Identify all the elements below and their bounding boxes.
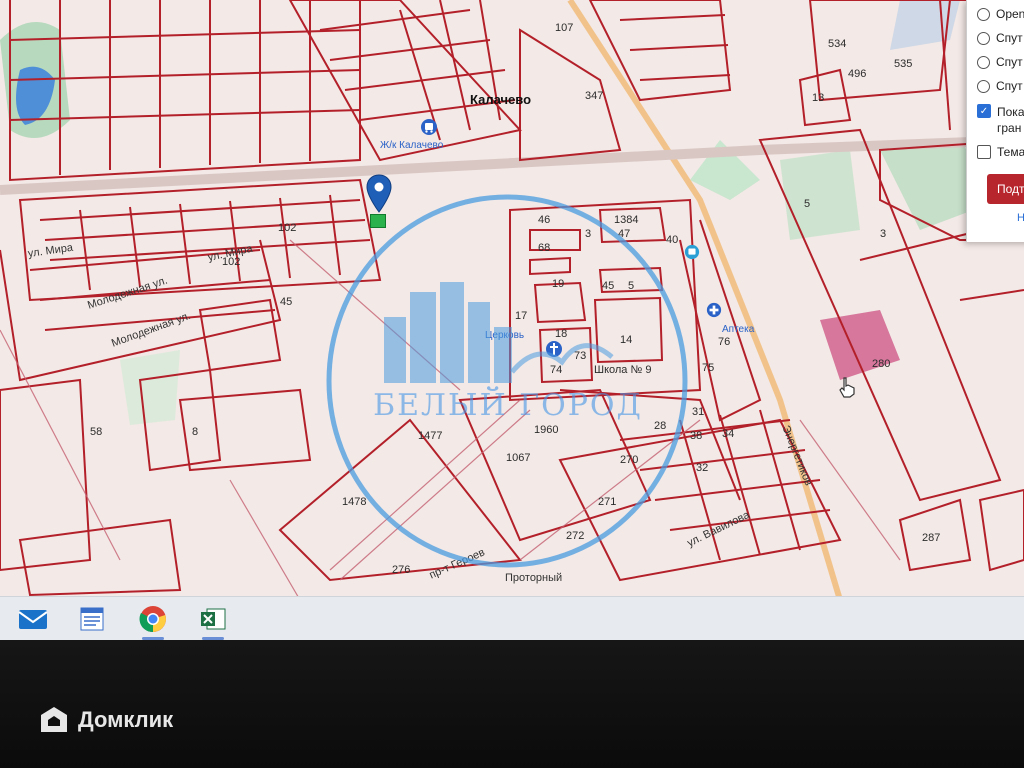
parcel-number: 1067 bbox=[506, 452, 531, 464]
parcel-number: 534 bbox=[828, 38, 847, 50]
layer-option-label: Спут bbox=[996, 31, 1023, 45]
parcel-number: 3 bbox=[585, 228, 592, 240]
parcel-number: 347 bbox=[585, 90, 604, 102]
layer-option[interactable]: Спут bbox=[967, 50, 1024, 74]
parcel-number: 76 bbox=[718, 336, 731, 348]
confirm-button[interactable]: Подт bbox=[987, 174, 1024, 204]
checkbox-icon[interactable] bbox=[977, 145, 991, 159]
theme-option-label: Тема bbox=[997, 145, 1024, 159]
parcel-number: 40 bbox=[666, 234, 679, 246]
parcel-number: 18 bbox=[555, 328, 568, 340]
parcel-number: 1384 bbox=[614, 214, 639, 226]
parcel-number: 32 bbox=[696, 462, 709, 474]
parcel-number: 1960 bbox=[534, 424, 559, 436]
bus-stop-label: Ж/к Калачево bbox=[380, 140, 444, 151]
parcel-number: 17 bbox=[515, 310, 528, 322]
parcel-number: 1478 bbox=[342, 496, 367, 508]
excel-icon bbox=[201, 608, 226, 629]
parcel-number: 73 bbox=[574, 350, 587, 362]
parcel-number: 13 bbox=[812, 92, 825, 104]
bus-stop-icon[interactable] bbox=[684, 244, 700, 265]
parcel-number: 3 bbox=[880, 228, 887, 240]
layer-option-label: Open bbox=[996, 7, 1024, 21]
parcel-number: 270 bbox=[620, 454, 639, 466]
taskbar bbox=[0, 596, 1024, 640]
parcel-number: 38 bbox=[690, 430, 703, 442]
parcel-number: 68 bbox=[538, 242, 551, 254]
parcel-number: 19 bbox=[552, 278, 565, 290]
district-label: Калачево bbox=[470, 92, 532, 107]
layer-option[interactable]: Спут bbox=[967, 74, 1024, 98]
layer-panel: Open Спут Спут Спут ✓ Пока гран Тема Подт… bbox=[966, 0, 1024, 242]
church-icon[interactable] bbox=[545, 340, 563, 363]
parcel-number: 8 bbox=[192, 426, 199, 438]
domclick-logo-icon bbox=[41, 707, 67, 732]
mail-icon bbox=[18, 609, 48, 629]
watermark-text: БЕЛЫЙ ГОРОД bbox=[373, 388, 643, 423]
school-label: Школа № 9 bbox=[594, 364, 652, 376]
parcel-number: 102 bbox=[278, 222, 297, 234]
layer-option-label: Спут bbox=[996, 55, 1023, 69]
brand-name: Домклик bbox=[78, 707, 174, 732]
parcel-number: 5 bbox=[628, 280, 635, 292]
parcel-number: 14 bbox=[620, 334, 633, 346]
parcel-number: 535 bbox=[894, 58, 913, 70]
brand-watermark: Домклик bbox=[38, 704, 173, 736]
parcel-number: 47 bbox=[618, 228, 631, 240]
radio-icon[interactable] bbox=[977, 7, 990, 21]
parcel-number: 107 bbox=[555, 22, 574, 34]
taskbar-notepad-app[interactable] bbox=[74, 601, 112, 637]
screen: Калачево ул. Мира ул. Мира Молодежная ул… bbox=[0, 0, 1024, 640]
parcel-number: 280 bbox=[872, 358, 891, 370]
parcel-number: 1477 bbox=[418, 430, 443, 442]
checkbox-checked-icon[interactable]: ✓ bbox=[977, 104, 991, 118]
pharmacy-label: Аптека bbox=[722, 324, 755, 335]
church-label: Церковь bbox=[485, 330, 525, 341]
taskbar-chrome-app[interactable] bbox=[134, 601, 172, 640]
taskbar-mail-app[interactable] bbox=[14, 601, 52, 637]
chrome-icon bbox=[139, 605, 166, 632]
location-pin-icon[interactable] bbox=[366, 174, 392, 219]
parcel-number: 34 bbox=[722, 428, 735, 440]
cadastral-map[interactable]: Калачево ул. Мира ул. Мира Молодежная ул… bbox=[0, 0, 1024, 601]
parcel-number: 45 bbox=[280, 296, 293, 308]
parcel-number: 74 bbox=[550, 364, 563, 376]
show-borders-label: Пока bbox=[997, 105, 1024, 119]
street-label: Проторный bbox=[505, 572, 563, 584]
parcel-number: 496 bbox=[848, 68, 867, 80]
parcel-number: 45 bbox=[602, 280, 615, 292]
radio-icon[interactable] bbox=[977, 31, 990, 45]
layer-option[interactable]: Спут bbox=[967, 26, 1024, 50]
bus-stop-icon[interactable] bbox=[420, 118, 438, 141]
parcel-number: 46 bbox=[538, 214, 551, 226]
map-canvas bbox=[0, 0, 1024, 601]
parcel-number: 276 bbox=[392, 564, 411, 576]
parcel-number: 75 bbox=[702, 362, 715, 374]
parcel-number: 102 bbox=[222, 256, 241, 268]
parcel-number: 58 bbox=[90, 426, 103, 438]
panel-link[interactable]: Н bbox=[1017, 212, 1024, 224]
parcel-number: 271 bbox=[598, 496, 617, 508]
show-borders-label-line2: гран bbox=[997, 121, 1022, 135]
parcel-number: 5 bbox=[804, 198, 811, 210]
show-borders-option[interactable]: ✓ Пока гран bbox=[967, 98, 1024, 140]
taskbar-excel-app[interactable] bbox=[194, 601, 232, 640]
pharmacy-icon[interactable] bbox=[706, 302, 722, 323]
layer-option[interactable]: Open bbox=[967, 2, 1024, 26]
radio-icon[interactable] bbox=[977, 79, 990, 93]
parcel-number: 31 bbox=[692, 406, 705, 418]
radio-icon[interactable] bbox=[977, 55, 990, 69]
hand-cursor-icon bbox=[838, 376, 856, 403]
parcel-number: 287 bbox=[922, 532, 941, 544]
notepad-icon bbox=[80, 607, 104, 630]
layer-option-label: Спут bbox=[996, 79, 1023, 93]
selected-parcel[interactable] bbox=[370, 214, 386, 228]
theme-option[interactable]: Тема bbox=[967, 140, 1024, 164]
parcel-number: 272 bbox=[566, 530, 585, 542]
